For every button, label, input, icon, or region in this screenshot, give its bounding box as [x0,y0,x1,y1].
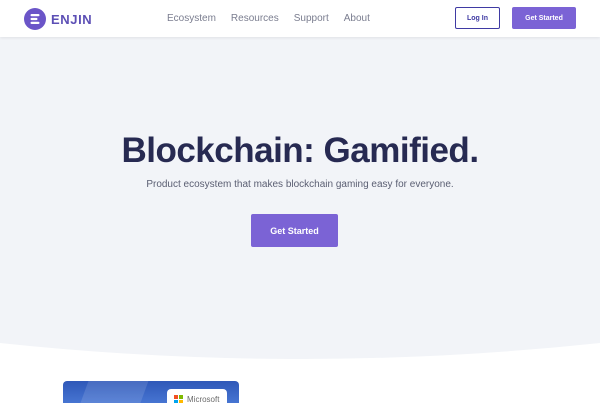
main-nav: Ecosystem Resources Support About [167,0,385,37]
microsoft-badge-label: Microsoft [187,395,220,403]
login-button[interactable]: Log In [455,7,500,29]
enjin-logo[interactable]: ENJIN [24,8,92,30]
hero-bottom-curve [0,337,600,359]
top-navbar: ENJIN Ecosystem Resources Support About … [0,0,600,37]
logo-wordmark: ENJIN [51,11,93,27]
hero-get-started-button[interactable]: Get Started [251,214,338,247]
partner-card-preview: Microsoft [63,381,239,403]
microsoft-logo-icon [174,395,183,403]
hero-subtitle: Product ecosystem that makes blockchain … [146,179,454,190]
card-sheen [77,381,149,403]
hero-title: Blockchain: Gamified. [121,131,479,170]
nav-get-started-button[interactable]: Get Started [512,7,576,29]
enjin-logo-icon [24,8,46,30]
nav-link-resources[interactable]: Resources [231,13,279,24]
nav-link-support[interactable]: Support [294,13,329,24]
microsoft-badge: Microsoft [167,389,227,403]
nav-link-about[interactable]: About [344,13,370,24]
nav-link-ecosystem[interactable]: Ecosystem [167,13,216,24]
hero-section: Blockchain: Gamified. Product ecosystem … [0,37,600,359]
